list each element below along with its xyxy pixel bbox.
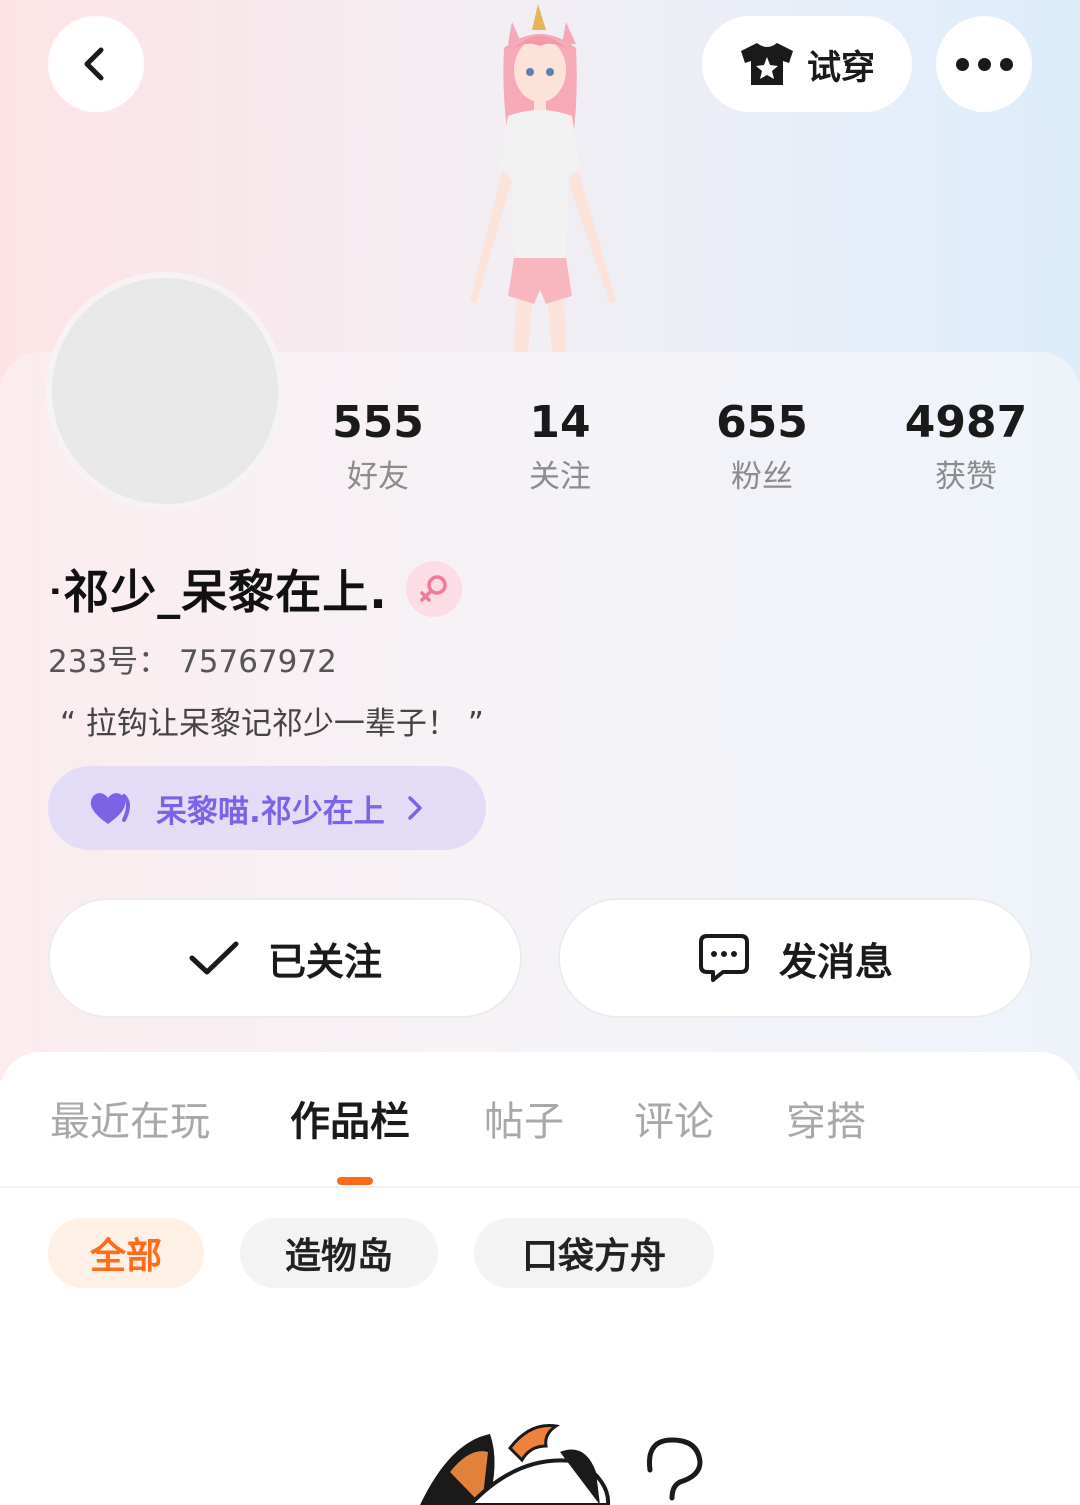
- tab-outfits[interactable]: 穿搭: [786, 1094, 866, 1150]
- stat-likes[interactable]: 4987 获赞: [886, 395, 1046, 503]
- send-message-label: 发消息: [778, 939, 893, 984]
- active-tab-indicator: [337, 1177, 373, 1185]
- followed-label: 已关注: [267, 939, 382, 984]
- stat-following[interactable]: 14 关注: [480, 395, 640, 503]
- send-message-button[interactable]: 发消息: [558, 898, 1032, 1018]
- tshirt-icon: [741, 43, 793, 85]
- female-icon: [405, 561, 462, 617]
- chevron-right-icon: [408, 796, 422, 820]
- check-icon: [189, 941, 239, 975]
- filter-all[interactable]: 全部: [48, 1218, 204, 1288]
- user-id: 233号： 75767972: [48, 644, 337, 680]
- avatar-character-figure: [470, 4, 616, 352]
- chat-bubble-icon: [698, 934, 749, 982]
- stat-label: 获赞: [935, 459, 997, 495]
- stats-row: 555 好友 14 关注 655 粉丝 4987 获赞: [0, 395, 1080, 515]
- tab-divider: [0, 1186, 1080, 1188]
- nickname: ᐧ祁少_呆黎在上.: [48, 565, 388, 619]
- try-on-button[interactable]: 试穿: [702, 16, 912, 112]
- tab-works[interactable]: 作品栏: [290, 1094, 410, 1150]
- empty-state-mascot: [420, 1423, 703, 1505]
- cp-relationship-pill[interactable]: 呆黎喵.祁少在上: [48, 766, 486, 850]
- stat-label: 好友: [347, 459, 409, 495]
- bio: “ 拉钩让呆黎记祁少一辈子！ ”: [60, 706, 484, 742]
- more-dots-icon: [955, 57, 1013, 71]
- stat-value: 14: [529, 397, 591, 448]
- chevron-left-icon: [84, 47, 104, 81]
- stat-value: 555: [332, 397, 424, 448]
- tab-posts[interactable]: 帖子: [484, 1094, 564, 1150]
- nickname-row: ᐧ祁少_呆黎在上.: [48, 556, 462, 622]
- stat-value: 4987: [904, 397, 1028, 448]
- more-button[interactable]: [936, 16, 1032, 112]
- stat-fans[interactable]: 655 粉丝: [682, 395, 842, 503]
- cp-label: 呆黎喵.祁少在上: [156, 793, 385, 830]
- stat-label: 关注: [529, 459, 591, 495]
- stat-value: 655: [716, 397, 808, 448]
- followed-button[interactable]: 已关注: [48, 898, 522, 1018]
- stat-friends[interactable]: 555 好友: [298, 395, 458, 503]
- filter-creation-island[interactable]: 造物岛: [240, 1218, 438, 1288]
- try-on-label: 试穿: [807, 47, 875, 88]
- back-button[interactable]: [48, 16, 144, 112]
- heart-icon: [90, 793, 130, 824]
- tab-recently-played[interactable]: 最近在玩: [50, 1094, 210, 1150]
- tab-comments[interactable]: 评论: [634, 1094, 714, 1150]
- filter-pocket-ark[interactable]: 口袋方舟: [474, 1218, 714, 1288]
- stat-label: 粉丝: [731, 459, 793, 495]
